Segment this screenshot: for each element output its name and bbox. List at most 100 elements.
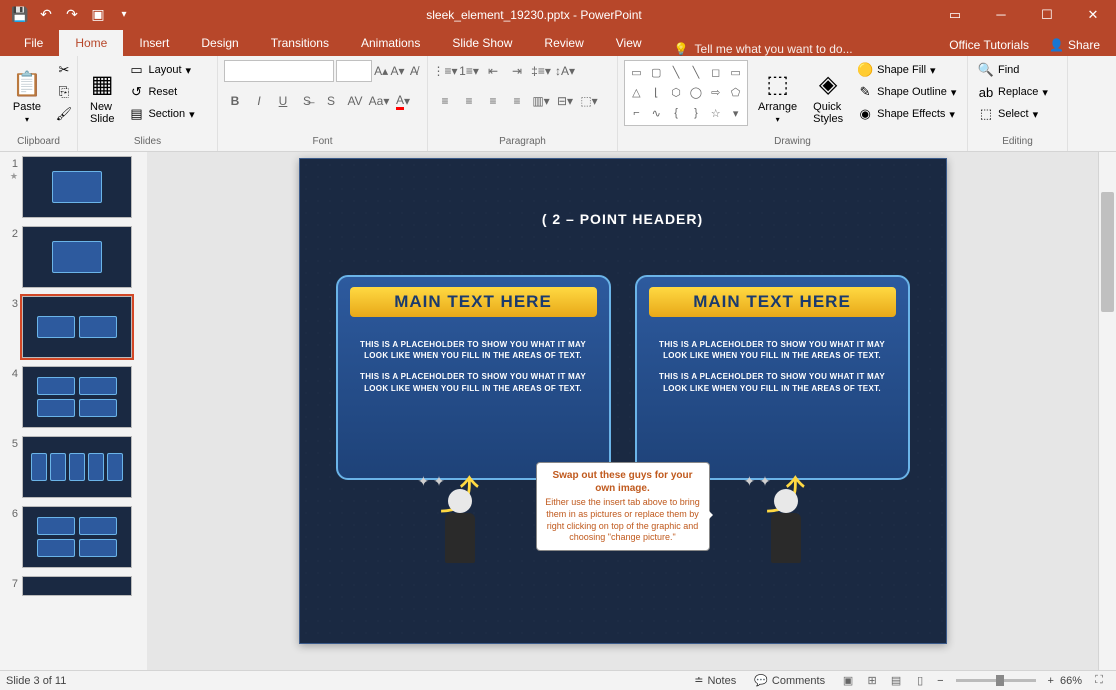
callout-box[interactable]: Swap out these guys for your own image. … — [536, 462, 710, 551]
slide-panel-right[interactable]: MAIN TEXT HERE THIS IS A PLACEHOLDER TO … — [635, 275, 910, 480]
slide-thumbnails-panel[interactable]: 1★ 2 3 4 5 6 7 — [0, 152, 147, 670]
share-button[interactable]: 👤Share — [1041, 34, 1108, 56]
select-button[interactable]: ⬚Select ▾ — [974, 104, 1052, 124]
zoom-in-button[interactable]: + — [1048, 675, 1054, 687]
tab-slideshow[interactable]: Slide Show — [436, 30, 528, 56]
cut-button[interactable]: ✂ — [52, 60, 76, 80]
zoom-out-button[interactable]: − — [937, 675, 943, 687]
scrollbar-thumb[interactable] — [1101, 192, 1114, 312]
office-tutorials-link[interactable]: Office Tutorials — [949, 38, 1029, 52]
font-size-select[interactable] — [336, 60, 372, 82]
tab-review[interactable]: Review — [528, 30, 599, 56]
columns-button[interactable]: ▥▾ — [530, 90, 552, 112]
layout-icon: ▭ — [128, 62, 144, 78]
tab-animations[interactable]: Animations — [345, 30, 436, 56]
tab-insert[interactable]: Insert — [123, 30, 185, 56]
redo-icon[interactable]: ↷ — [60, 3, 84, 27]
find-icon: 🔍 — [978, 62, 994, 78]
reset-button[interactable]: ↺Reset — [124, 82, 198, 102]
slide-header-text[interactable]: ( 2 – POINT HEADER) — [300, 159, 946, 227]
start-slideshow-icon[interactable]: ▣ — [86, 3, 110, 27]
vertical-scrollbar[interactable] — [1098, 152, 1116, 670]
maximize-button[interactable]: ☐ — [1024, 0, 1070, 29]
increase-indent-button[interactable]: ⇥ — [506, 60, 528, 82]
tab-file[interactable]: File — [8, 30, 59, 56]
font-color-button[interactable]: A▾ — [392, 90, 414, 112]
decrease-indent-button[interactable]: ⇤ — [482, 60, 504, 82]
minimize-button[interactable]: ─ — [978, 0, 1024, 29]
qat-customize-icon[interactable]: ▾ — [112, 3, 136, 27]
shape-fill-button[interactable]: 🟡Shape Fill ▾ — [853, 60, 960, 80]
char-spacing-button[interactable]: AV — [344, 90, 366, 112]
undo-icon[interactable]: ↶ — [34, 3, 58, 27]
notes-button[interactable]: ≐ Notes — [688, 672, 742, 689]
smartart-button[interactable]: ⬚▾ — [578, 90, 600, 112]
paste-button[interactable]: 📋Paste▾ — [6, 60, 48, 134]
panel-right-body[interactable]: THIS IS A PLACEHOLDER TO SHOW YOU WHAT I… — [653, 339, 892, 404]
slide-panel-left[interactable]: MAIN TEXT HERE THIS IS A PLACEHOLDER TO … — [336, 275, 611, 480]
slide-editor[interactable]: ( 2 – POINT HEADER) MAIN TEXT HERE THIS … — [147, 152, 1098, 670]
thumbnail-1[interactable]: 1★ — [4, 156, 143, 218]
increase-font-icon[interactable]: A▴ — [374, 60, 388, 82]
bold-button[interactable]: B — [224, 90, 246, 112]
align-center-button[interactable]: ≡ — [458, 90, 480, 112]
text-direction-button[interactable]: ↕A▾ — [554, 60, 576, 82]
character-graphic-left[interactable]: ✦ ✦ ⤴ — [430, 473, 490, 563]
numbering-button[interactable]: 1≡▾ — [458, 60, 480, 82]
copy-button[interactable]: ⎘ — [52, 82, 76, 102]
shapes-gallery[interactable]: ▭▢╲╲◻▭ △⌊⬡◯⇨⬠ ⌐∿{}☆▾ — [624, 60, 748, 126]
thumbnail-7[interactable]: 7 — [4, 576, 143, 596]
ribbon-options-icon[interactable]: ▭ — [932, 0, 978, 29]
quick-styles-button[interactable]: ◈Quick Styles — [807, 60, 849, 134]
thumbnail-3[interactable]: 3 — [4, 296, 143, 358]
strikethrough-button[interactable]: S̶ — [296, 90, 318, 112]
new-slide-button[interactable]: ▦New Slide — [84, 60, 120, 134]
sorter-view-button[interactable]: ⊞ — [861, 672, 883, 690]
normal-view-button[interactable]: ▣ — [837, 672, 859, 690]
align-right-button[interactable]: ≡ — [482, 90, 504, 112]
shape-outline-button[interactable]: ✎Shape Outline ▾ — [853, 82, 960, 102]
find-button[interactable]: 🔍Find — [974, 60, 1052, 80]
tab-transitions[interactable]: Transitions — [255, 30, 345, 56]
tab-home[interactable]: Home — [59, 30, 123, 56]
zoom-level[interactable]: 66% — [1060, 675, 1082, 687]
panel-left-title[interactable]: MAIN TEXT HERE — [350, 287, 597, 317]
slide-counter[interactable]: Slide 3 of 11 — [6, 675, 688, 687]
align-text-button[interactable]: ⊟▾ — [554, 90, 576, 112]
section-button[interactable]: ▤Section ▾ — [124, 104, 198, 124]
zoom-slider[interactable] — [956, 679, 1036, 682]
tab-design[interactable]: Design — [185, 30, 254, 56]
italic-button[interactable]: I — [248, 90, 270, 112]
shape-effects-button[interactable]: ◉Shape Effects ▾ — [853, 104, 960, 124]
current-slide[interactable]: ( 2 – POINT HEADER) MAIN TEXT HERE THIS … — [299, 158, 947, 644]
close-button[interactable]: ✕ — [1070, 0, 1116, 29]
thumbnail-4[interactable]: 4 — [4, 366, 143, 428]
font-family-select[interactable] — [224, 60, 334, 82]
line-spacing-button[interactable]: ‡≡▾ — [530, 60, 552, 82]
slideshow-view-button[interactable]: ▯ — [909, 672, 931, 690]
thumbnail-2[interactable]: 2 — [4, 226, 143, 288]
replace-button[interactable]: abReplace ▾ — [974, 82, 1052, 102]
underline-button[interactable]: U — [272, 90, 294, 112]
layout-button[interactable]: ▭Layout ▾ — [124, 60, 198, 80]
align-left-button[interactable]: ≡ — [434, 90, 456, 112]
comments-button[interactable]: 💬 Comments — [748, 672, 831, 689]
thumbnail-5[interactable]: 5 — [4, 436, 143, 498]
clear-format-icon[interactable]: A̸ — [407, 60, 421, 82]
change-case-button[interactable]: Aa▾ — [368, 90, 390, 112]
decrease-font-icon[interactable]: A▾ — [390, 60, 404, 82]
save-icon[interactable]: 💾 — [8, 3, 32, 27]
fit-to-window-button[interactable]: ⛶ — [1088, 672, 1110, 690]
bullets-button[interactable]: ⋮≡▾ — [434, 60, 456, 82]
panel-right-title[interactable]: MAIN TEXT HERE — [649, 287, 896, 317]
character-graphic-right[interactable]: ✦ ✦ ⤴ — [756, 473, 816, 563]
arrange-button[interactable]: ⬚Arrange▾ — [752, 60, 803, 134]
tell-me-search[interactable]: 💡Tell me what you want to do... — [674, 42, 853, 56]
reading-view-button[interactable]: ▤ — [885, 672, 907, 690]
tab-view[interactable]: View — [600, 30, 658, 56]
panel-left-body[interactable]: THIS IS A PLACEHOLDER TO SHOW YOU WHAT I… — [354, 339, 593, 404]
justify-button[interactable]: ≡ — [506, 90, 528, 112]
shadow-button[interactable]: S — [320, 90, 342, 112]
format-painter-button[interactable]: 🖌 — [52, 104, 76, 124]
thumbnail-6[interactable]: 6 — [4, 506, 143, 568]
